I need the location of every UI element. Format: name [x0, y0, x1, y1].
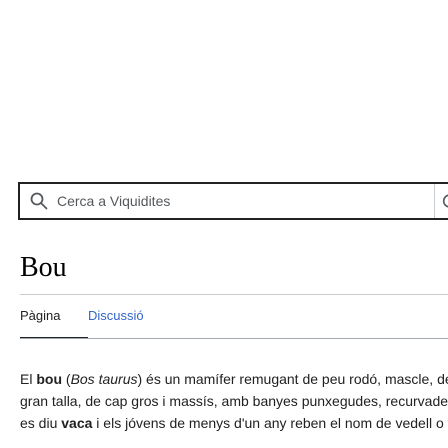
- title-divider: [20, 294, 448, 295]
- search-input[interactable]: [57, 193, 417, 209]
- lead-scientific-name: Bos taurus: [70, 371, 138, 387]
- lead-term-bold: vaca: [61, 415, 93, 431]
- page-title: Bou: [20, 252, 67, 283]
- tab-talk-label: Discussió: [88, 308, 144, 323]
- tab-article[interactable]: Pàgina: [20, 308, 88, 339]
- search-icon: [29, 191, 49, 211]
- tabs-divider: [20, 338, 448, 339]
- search-bar: [18, 182, 448, 220]
- lead-text: es diu: [20, 415, 62, 431]
- lead-text: i els jóvens de menys d'un any reben el …: [92, 415, 448, 431]
- lead-text: (: [62, 371, 71, 387]
- lead-text: ) és un mamífer remugant de peu rodó, ma…: [137, 371, 448, 387]
- article-lead-paragraph: El bou (Bos taurus) és un mamífer remuga…: [20, 368, 448, 434]
- search-field-wrapper[interactable]: [20, 184, 435, 218]
- page: Bou Pàgina Discussió El bou (Bos taurus)…: [0, 0, 448, 448]
- lead-text: gran talla, de cap gros i massís, amb ba…: [20, 393, 448, 409]
- lead-text: El: [20, 371, 37, 387]
- tab-talk[interactable]: Discussió: [88, 308, 144, 338]
- lead-term-bold: bou: [36, 371, 62, 387]
- tab-article-label: Pàgina: [20, 308, 61, 323]
- page-tabs: Pàgina Discussió: [20, 308, 144, 339]
- search-go-button[interactable]: [442, 193, 448, 209]
